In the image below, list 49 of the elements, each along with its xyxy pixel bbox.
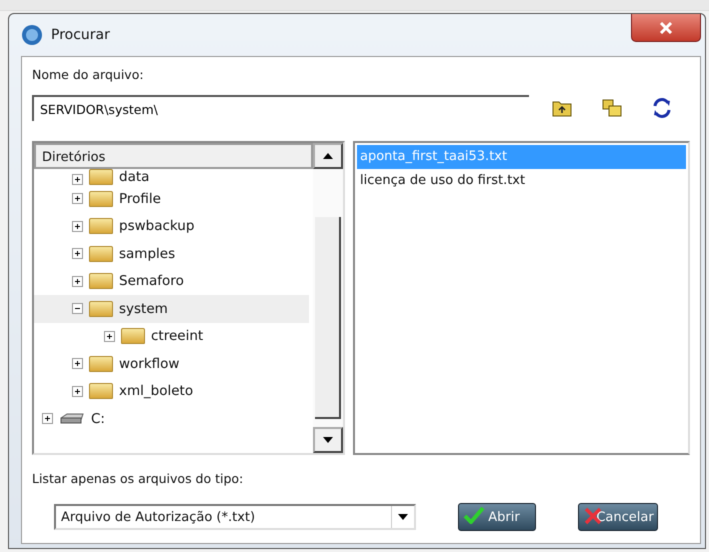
refresh-icon[interactable] xyxy=(651,97,673,119)
folder-icon xyxy=(89,273,113,290)
expander-icon[interactable] xyxy=(72,303,83,314)
filetype-dropdown[interactable]: Arquivo de Autorização (*.txt) xyxy=(54,504,416,530)
check-icon xyxy=(463,506,485,524)
app-icon xyxy=(21,24,43,46)
expander-icon[interactable] xyxy=(72,276,83,287)
drive-item[interactable]: C: xyxy=(34,405,309,432)
open-button[interactable]: Abrir xyxy=(458,503,536,531)
window-title: Procurar xyxy=(51,27,110,43)
scroll-down-button[interactable] xyxy=(313,427,343,453)
scrollbar[interactable] xyxy=(313,143,343,453)
folder-item[interactable]: Semaforo xyxy=(34,268,309,295)
expander-icon[interactable] xyxy=(72,358,83,370)
folder-icon xyxy=(121,328,145,344)
folder-item[interactable]: system xyxy=(34,295,309,322)
folder-item[interactable]: workflow xyxy=(34,350,309,378)
drive-icon xyxy=(59,412,85,425)
filename-field[interactable]: SERVIDOR\system\ xyxy=(32,95,529,121)
folder-item[interactable]: pswbackup xyxy=(34,212,309,240)
folder-icon xyxy=(89,190,113,207)
filetype-label: Listar apenas os arquivos do tipo: xyxy=(32,471,244,488)
expander-icon[interactable] xyxy=(72,193,83,204)
filename-label: Nome do arquivo: xyxy=(32,67,145,84)
folders-icon[interactable] xyxy=(601,98,623,118)
folder-item[interactable]: ctreeint xyxy=(34,322,309,350)
folder-icon xyxy=(89,246,113,262)
folder-item[interactable]: Profile xyxy=(34,185,309,212)
expander-icon[interactable] xyxy=(72,386,83,397)
folder-icon xyxy=(89,383,113,400)
scroll-thumb[interactable] xyxy=(315,217,341,419)
expander-icon[interactable] xyxy=(72,248,83,260)
expander-icon[interactable] xyxy=(42,413,53,424)
expander-icon[interactable] xyxy=(72,220,83,232)
folder-item[interactable]: samples xyxy=(34,240,309,268)
scroll-up-button[interactable] xyxy=(313,143,343,169)
folder-icon xyxy=(89,300,113,317)
folder-icon xyxy=(89,218,113,234)
folder-icon xyxy=(89,169,113,185)
folder-item[interactable]: data xyxy=(34,169,309,185)
expander-icon[interactable] xyxy=(72,174,83,185)
expander-icon[interactable] xyxy=(104,330,115,342)
close-button[interactable] xyxy=(631,14,701,42)
cancel-button[interactable]: Cancelar xyxy=(578,503,658,531)
folder-icon xyxy=(89,356,113,372)
close-icon xyxy=(659,22,673,34)
column-header: Diretórios xyxy=(34,143,313,169)
file-item[interactable]: licença de uso do first.txt xyxy=(357,169,686,193)
folder-item[interactable]: xml_boleto xyxy=(34,378,309,405)
